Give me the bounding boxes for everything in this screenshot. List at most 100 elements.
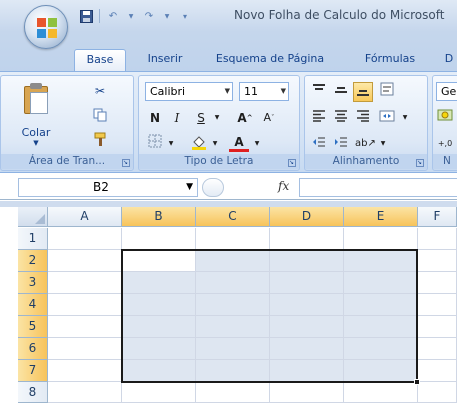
format-painter-icon[interactable] [91,130,109,148]
align-bottom-icon[interactable] [353,82,373,102]
cell-a4[interactable] [48,294,122,316]
cell-c8[interactable] [196,382,270,403]
cell-b1[interactable] [122,228,196,250]
expand-formula-icon[interactable] [202,178,224,197]
tab-esquema-de-pagina[interactable]: Esquema de Página [210,49,330,71]
cell-f5[interactable] [418,316,457,338]
fill-handle[interactable] [414,379,420,385]
clipboard-launcher-icon[interactable]: ↘ [122,159,130,167]
chevron-down-icon[interactable]: ▼ [186,179,193,196]
cell-d8[interactable] [270,382,344,403]
font-name-combo[interactable]: Calibri ▼ [145,82,233,101]
align-top-icon[interactable] [309,82,329,102]
redo-dropdown-icon[interactable]: ▼ [159,8,175,24]
cell-a7[interactable] [48,360,122,382]
borders-dropdown-icon[interactable]: ▼ [161,134,181,154]
qat-separator [99,9,100,23]
clipboard-group: Colar ▼ ✂ Área de Tran... ↘ [0,75,134,171]
fill-color-dropdown-icon[interactable]: ▼ [205,134,225,154]
column-header-c[interactable]: C [196,207,270,227]
orientation-dropdown-icon[interactable]: ▼ [373,134,393,154]
name-box[interactable]: B2 ▼ [18,178,198,197]
cell-f2[interactable] [418,250,457,272]
row-header-8[interactable]: 8 [18,382,48,403]
column-header-d[interactable]: D [270,207,344,227]
redo-icon[interactable]: ↷ [141,8,157,24]
alignment-launcher-icon[interactable]: ↘ [416,159,424,167]
cell-e8[interactable] [344,382,418,403]
number-format-combo[interactable]: Ger [436,82,457,101]
shrink-font-icon[interactable]: Aˇ [259,108,279,128]
tab-formulas[interactable]: Fórmulas [360,49,420,71]
title-bar: ↶ ▼ ↷ ▼ ▾ Novo Folha de Calculo do Micro… [0,0,457,32]
alignment-group-label: Alinhamento [305,154,427,169]
cell-c1[interactable] [196,228,270,250]
cell-a6[interactable] [48,338,122,360]
increase-decimal-icon[interactable]: +,0 [435,134,455,154]
copy-icon[interactable] [91,106,109,124]
tab-base[interactable]: Base [74,49,126,71]
cell-f6[interactable] [418,338,457,360]
row-header-5[interactable]: 5 [18,316,48,338]
tab-dados[interactable]: D [441,49,457,71]
number-format-value: Ger [441,85,457,98]
customize-qat-icon[interactable]: ▾ [177,8,193,24]
row-header-2[interactable]: 2 [18,250,48,272]
cell-f8[interactable] [418,382,457,403]
office-button[interactable] [24,5,68,49]
cell-f4[interactable] [418,294,457,316]
align-left-icon[interactable] [309,108,329,128]
cell-b8[interactable] [122,382,196,403]
column-header-f[interactable]: F [418,207,457,227]
orientation-icon[interactable]: ab↗ [355,134,376,154]
formula-bar: B2 ▼ fx [0,174,457,200]
cell-a5[interactable] [48,316,122,338]
row-header-1[interactable]: 1 [18,228,48,250]
select-all-button[interactable] [18,207,48,227]
undo-dropdown-icon[interactable]: ▼ [123,8,139,24]
cell-f3[interactable] [418,272,457,294]
font-size-combo[interactable]: 11 ▼ [239,82,289,101]
row-header-3[interactable]: 3 [18,272,48,294]
accounting-format-icon[interactable] [435,108,455,128]
cell-a2[interactable] [48,250,122,272]
cell-a1[interactable] [48,228,122,250]
font-color-dropdown-icon[interactable]: ▼ [247,134,267,154]
column-header-b[interactable]: B [122,207,196,227]
paste-dropdown-icon[interactable]: ▼ [15,139,57,147]
font-color-icon[interactable]: A [229,132,249,152]
cell-e1[interactable] [344,228,418,250]
row-header-4[interactable]: 4 [18,294,48,316]
column-header-a[interactable]: A [48,207,122,227]
increase-indent-icon[interactable] [331,134,351,154]
cut-icon[interactable]: ✂ [91,82,109,100]
insert-function-button[interactable]: fx [278,179,289,193]
save-icon[interactable] [78,8,94,24]
cell-f1[interactable] [418,228,457,250]
row-header-7[interactable]: 7 [18,360,48,382]
font-launcher-icon[interactable]: ↘ [288,159,296,167]
cell-a8[interactable] [48,382,122,403]
undo-icon[interactable]: ↶ [105,8,121,24]
align-center-icon[interactable] [331,108,351,128]
cell-a3[interactable] [48,272,122,294]
align-middle-icon[interactable] [331,82,351,102]
wrap-text-icon[interactable] [377,82,397,102]
row-header-6[interactable]: 6 [18,338,48,360]
tab-inserir[interactable]: Inserir [139,49,191,71]
formula-controls: fx [202,178,298,197]
column-header-e[interactable]: E [344,207,418,227]
italic-button[interactable]: I [167,108,187,128]
merge-dropdown-icon[interactable]: ▼ [395,108,415,128]
cell-d1[interactable] [270,228,344,250]
underline-dropdown-icon[interactable]: ▼ [207,108,227,128]
merge-center-icon[interactable] [377,108,397,128]
window-title: Novo Folha de Calculo do Microsoft [234,8,445,22]
formula-input[interactable] [299,178,457,197]
paste-button[interactable]: Colar ▼ [15,80,57,150]
bold-button[interactable]: N [145,108,165,128]
cell-f7[interactable] [418,360,457,382]
align-right-icon[interactable] [353,108,373,128]
grow-font-icon[interactable]: A^ [235,108,255,128]
decrease-indent-icon[interactable] [309,134,329,154]
